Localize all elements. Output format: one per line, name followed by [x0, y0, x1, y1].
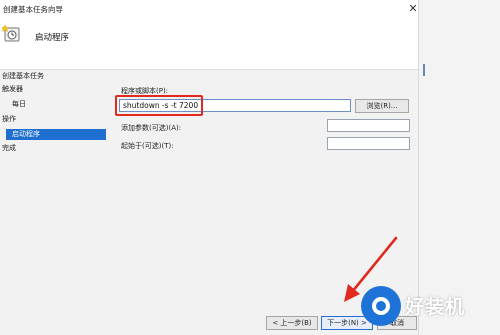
arguments-label: 添加参数(可选)(A):: [121, 124, 182, 132]
wizard-sidebar: 创建基本任务 触发器 每日 操作 启动程序 完成: [0, 70, 111, 335]
page-title: 启动程序: [35, 33, 70, 43]
start-in-label: 起始于(可选)(T):: [121, 142, 174, 150]
sidebar-item-create-task[interactable]: 创建基本任务: [2, 71, 113, 82]
watermark-eye-icon: [361, 286, 401, 326]
arguments-input[interactable]: [327, 119, 410, 132]
sidebar-item-trigger[interactable]: 触发器: [2, 84, 113, 95]
watermark-text: 好装机: [405, 296, 466, 318]
browse-button[interactable]: 浏览(R)...: [355, 99, 409, 113]
sidebar-item-start-program[interactable]: 启动程序: [6, 129, 106, 140]
start-in-input[interactable]: [327, 137, 410, 150]
back-button[interactable]: < 上一步(B): [266, 316, 318, 330]
highlight-box: [115, 95, 203, 116]
sidebar-item-action[interactable]: 操作: [2, 114, 113, 125]
task-scheduler-icon: [2, 24, 20, 42]
sidebar-item-finish[interactable]: 完成: [2, 143, 113, 154]
background-marker: [423, 64, 425, 76]
sidebar-item-daily[interactable]: 每日: [12, 99, 123, 110]
wizard-header: 启动程序: [0, 18, 418, 70]
window-title: 创建基本任务向导: [3, 5, 63, 14]
title-bar: 创建基本任务向导 ✕: [0, 0, 418, 18]
watermark-logo: 好装机: [361, 284, 497, 332]
